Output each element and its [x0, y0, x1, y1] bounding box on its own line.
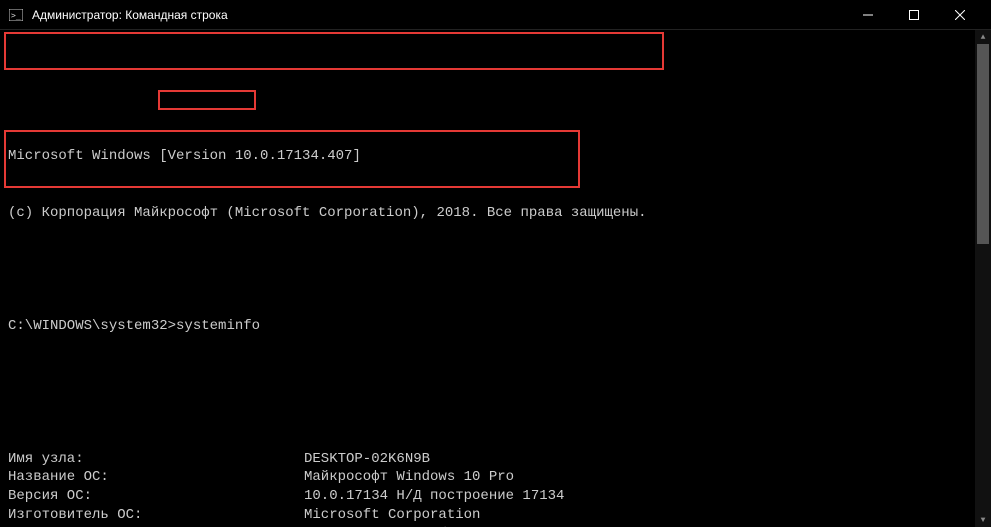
highlight-header — [4, 32, 664, 70]
titlebar[interactable]: >_ Администратор: Командная строка — [0, 0, 991, 30]
scrollbar-thumb[interactable] — [977, 44, 989, 244]
prompt-line: C:\WINDOWS\system32>systeminfo — [8, 317, 983, 336]
window-title: Администратор: Командная строка — [32, 8, 845, 22]
close-button[interactable] — [937, 0, 983, 30]
info-row: Имя узла:DESKTOP-02K6N9B — [8, 450, 983, 469]
cmd-icon: >_ — [8, 7, 24, 23]
info-row: Название ОС:Майкрософт Windows 10 Pro — [8, 468, 983, 487]
info-value: 10.0.17134 Н/Д построение 17134 — [304, 487, 564, 506]
systeminfo-rows: Имя узла:DESKTOP-02K6N9BНазвание ОС:Майк… — [8, 450, 983, 527]
info-label: Имя узла: — [8, 450, 304, 469]
blank-line — [8, 261, 983, 280]
info-label: Версия ОС: — [8, 487, 304, 506]
maximize-button[interactable] — [891, 0, 937, 30]
info-row: Версия ОС:10.0.17134 Н/Д построение 1713… — [8, 487, 983, 506]
blank-line — [8, 374, 983, 393]
header-line-1: Microsoft Windows [Version 10.0.17134.40… — [8, 147, 983, 166]
window-controls — [845, 0, 983, 30]
prompt-path: C:\WINDOWS\system32> — [8, 318, 176, 334]
info-row: Изготовитель ОС:Microsoft Corporation — [8, 506, 983, 525]
terminal-output[interactable]: Microsoft Windows [Version 10.0.17134.40… — [0, 30, 991, 527]
svg-text:>_: >_ — [11, 11, 21, 20]
header-line-2: (с) Корпорация Майкрософт (Microsoft Cor… — [8, 204, 983, 223]
info-value: Майкрософт Windows 10 Pro — [304, 468, 514, 487]
highlight-command — [158, 90, 256, 110]
scroll-down-arrow[interactable]: ▼ — [975, 513, 991, 527]
info-label: Название ОС: — [8, 468, 304, 487]
info-label: Изготовитель ОС: — [8, 506, 304, 525]
command-text: systeminfo — [176, 318, 260, 334]
info-value: Microsoft Corporation — [304, 506, 480, 525]
scroll-up-arrow[interactable]: ▲ — [975, 30, 991, 44]
info-value: DESKTOP-02K6N9B — [304, 450, 430, 469]
minimize-button[interactable] — [845, 0, 891, 30]
vertical-scrollbar[interactable]: ▲ ▼ — [975, 30, 991, 527]
